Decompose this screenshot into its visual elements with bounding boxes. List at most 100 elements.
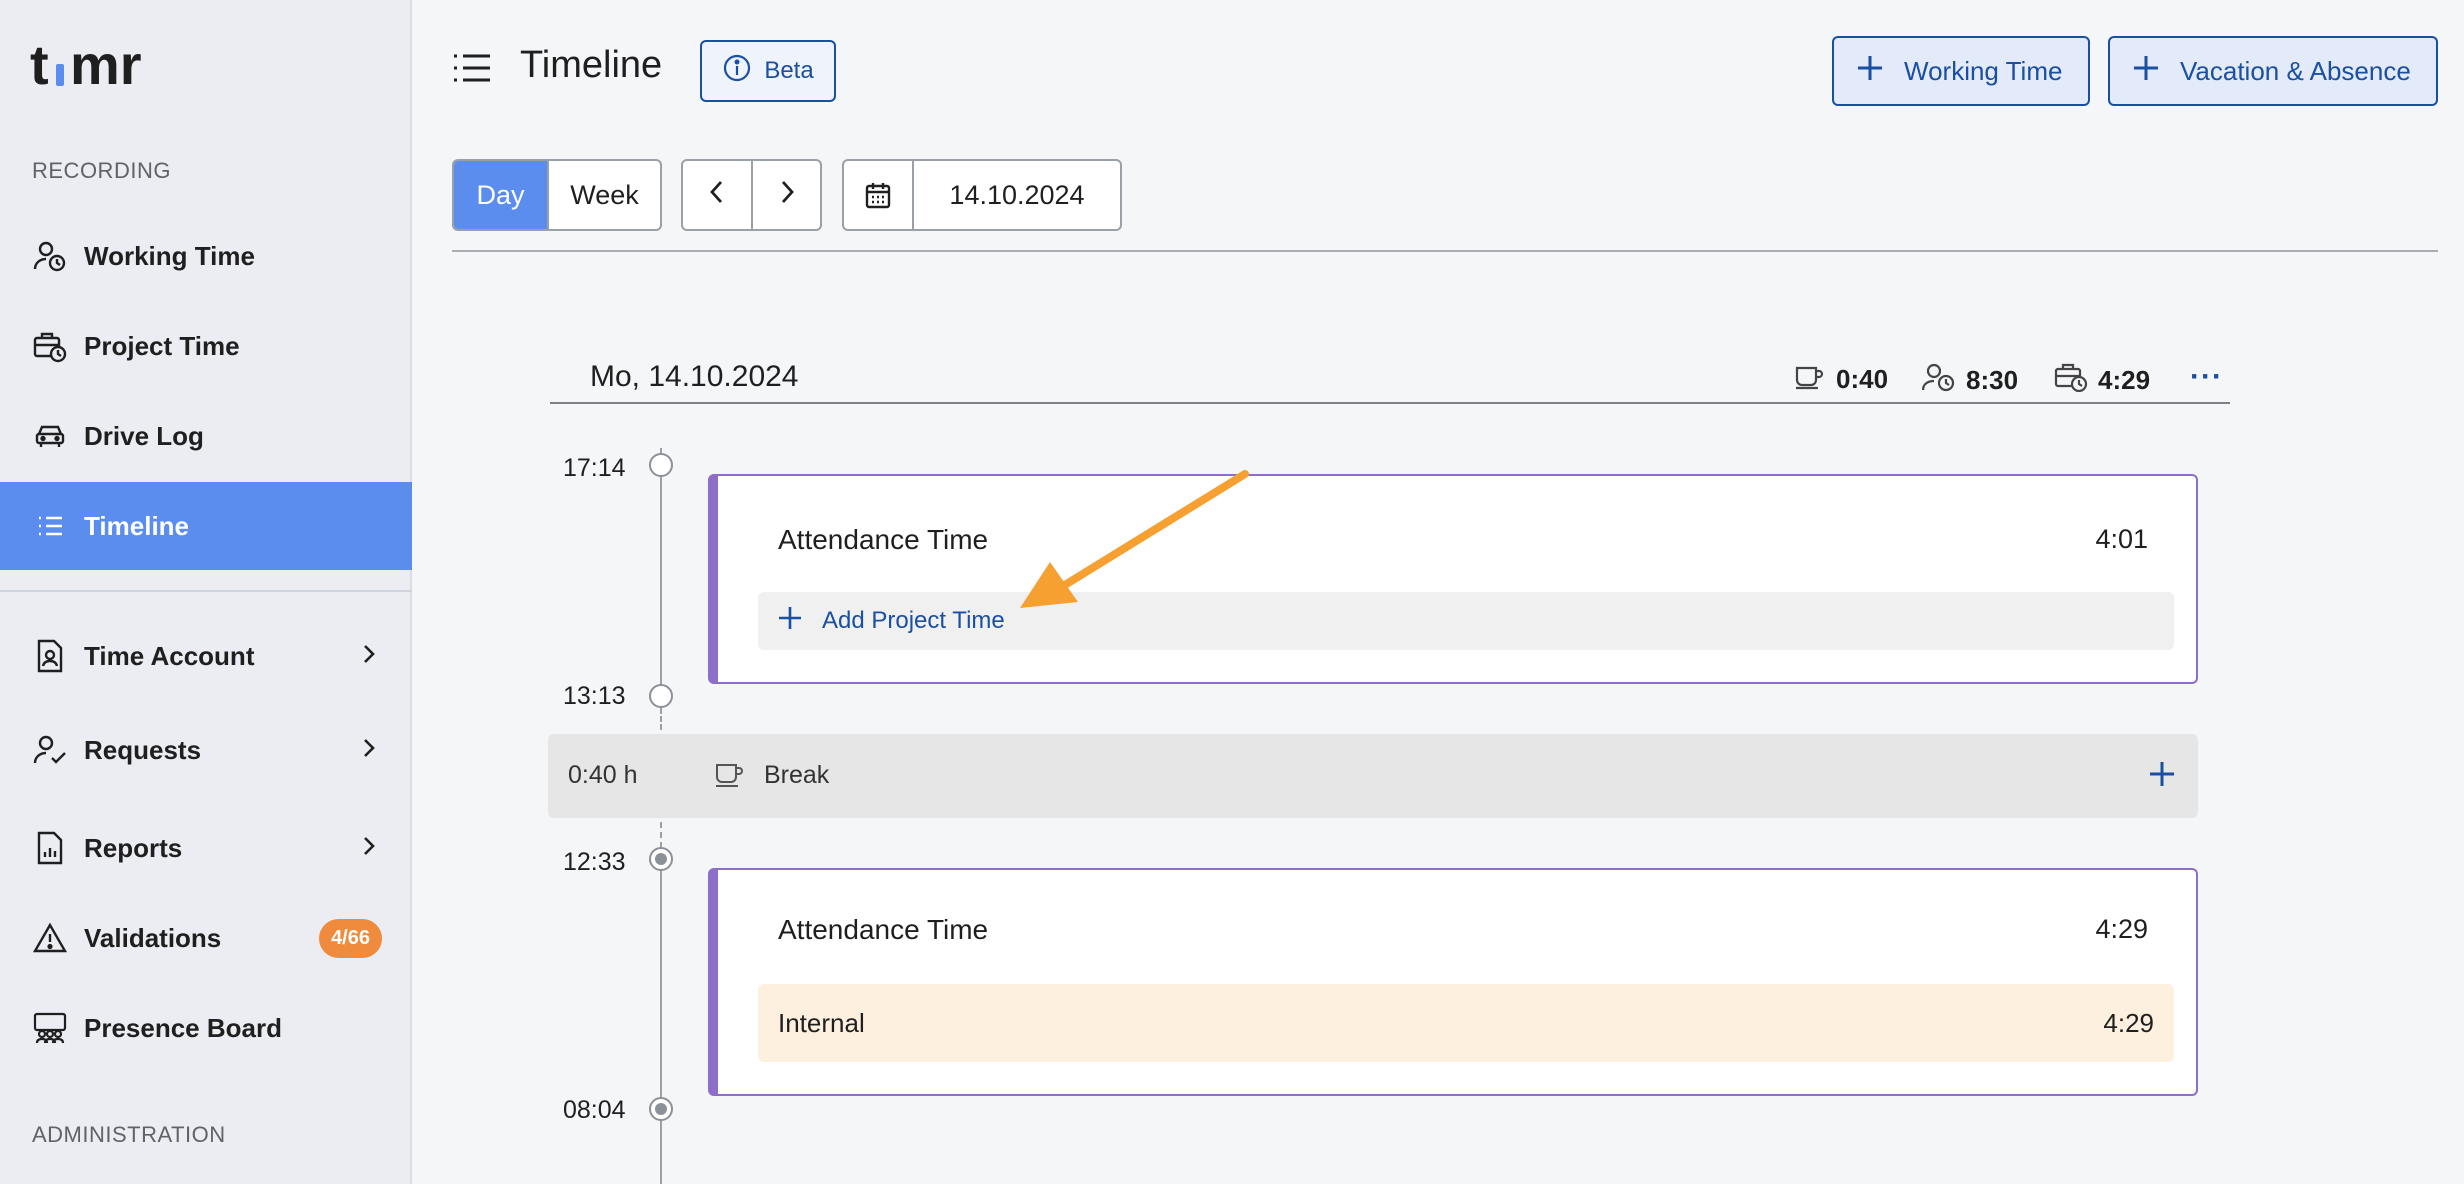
- time-label: 13:13: [563, 682, 626, 710]
- user-check-icon: [32, 732, 68, 768]
- sidebar-item-reports[interactable]: Reports: [0, 804, 412, 892]
- add-vacation-absence-label: Vacation & Absence: [2180, 55, 2411, 86]
- project-name: Internal: [778, 1008, 865, 1038]
- previous-day-button[interactable]: [683, 161, 751, 229]
- time-label: 12:33: [563, 848, 626, 876]
- attendance-card[interactable]: Attendance Time 4:29 Internal 4:29: [708, 868, 2198, 1096]
- sidebar-item-label: Timeline: [84, 510, 190, 541]
- break-row[interactable]: 0:40 h Break: [548, 734, 2198, 818]
- sidebar-divider: [0, 590, 412, 592]
- administration-section-label: ADMINISTRATION: [32, 1122, 226, 1147]
- working-total-value: 8:30: [1966, 365, 2019, 395]
- car-icon: [32, 418, 68, 454]
- date-value: 14.10.2024: [949, 179, 1085, 210]
- add-working-time-button[interactable]: Working Time: [1832, 36, 2090, 106]
- coffee-cup-icon: [1794, 362, 1826, 397]
- sidebar-item-time-account[interactable]: Time Account: [0, 612, 412, 700]
- add-break-plus-icon[interactable]: [2146, 758, 2178, 795]
- validations-badge: 4/66: [319, 919, 382, 958]
- project-total-value: 4:29: [2098, 365, 2151, 395]
- beta-button[interactable]: Beta: [700, 40, 836, 102]
- time-label: 08:04: [563, 1096, 626, 1124]
- sidebar-item-label: Project Time: [84, 330, 240, 361]
- beta-label: Beta: [764, 57, 814, 84]
- timeline-dashed-line: [660, 708, 662, 730]
- chevron-right-icon: [362, 834, 376, 863]
- sidebar-item-validations[interactable]: Validations 4/66: [0, 894, 412, 982]
- day-view-button[interactable]: Day: [454, 161, 547, 229]
- presence-board-icon: [32, 1010, 68, 1046]
- svg-text:mr: mr: [70, 40, 142, 92]
- break-total-value: 0:40: [1836, 364, 1889, 394]
- attendance-title: Attendance Time: [778, 524, 989, 555]
- sidebar-item-label: Working Time: [84, 240, 255, 271]
- sidebar-item-drive-log[interactable]: Drive Log: [0, 392, 412, 480]
- sidebar-item-label: Drive Log: [84, 420, 204, 451]
- more-options-button[interactable]: ···: [2190, 360, 2223, 394]
- timeline-line: [660, 448, 662, 688]
- timeline-line: [660, 1120, 662, 1184]
- timeline-line: [660, 870, 662, 1100]
- document-person-icon: [32, 638, 68, 674]
- sidebar-item-label: Requests: [84, 734, 202, 765]
- briefcase-clock-icon: [32, 328, 68, 364]
- sidebar-item-label: Validations: [84, 922, 222, 953]
- date-navigation: [681, 159, 822, 231]
- week-view-button[interactable]: Week: [547, 161, 660, 229]
- add-project-time-button[interactable]: Add Project Time: [758, 592, 2174, 650]
- user-clock-icon: [1921, 362, 1956, 399]
- svg-text:t: t: [30, 40, 49, 92]
- chevron-right-icon: [362, 736, 376, 765]
- add-project-time-label: Add Project Time: [822, 607, 1005, 634]
- add-working-time-label: Working Time: [1904, 55, 2063, 86]
- time-label: 17:14: [563, 454, 626, 482]
- add-vacation-absence-button[interactable]: Vacation & Absence: [2108, 36, 2438, 106]
- report-icon: [32, 830, 68, 866]
- sidebar-item-label: Presence Board: [84, 1012, 282, 1043]
- next-day-button[interactable]: [751, 161, 820, 229]
- project-entry-internal[interactable]: Internal 4:29: [758, 984, 2174, 1062]
- plus-icon: [2132, 54, 2160, 89]
- day-title: Mo, 14.10.2024: [590, 360, 799, 393]
- break-label: Break: [764, 761, 830, 789]
- timeline-node-filled: [649, 1097, 673, 1121]
- page-title: Timeline: [520, 44, 663, 86]
- view-toggle: Day Week: [452, 159, 662, 231]
- timeline-node: [649, 684, 673, 708]
- header-divider: [452, 250, 2438, 252]
- warning-icon: [32, 920, 68, 956]
- calendar-icon[interactable]: [844, 161, 914, 229]
- date-picker[interactable]: 14.10.2024: [842, 159, 1122, 231]
- annotation-arrow-icon: [1020, 470, 1249, 608]
- working-total: 8:30: [1921, 362, 2019, 399]
- user-clock-icon: [32, 238, 68, 274]
- info-icon: [722, 53, 752, 90]
- sidebar-item-project-time[interactable]: Project Time: [0, 302, 412, 390]
- recording-section-label: RECORDING: [32, 158, 171, 183]
- plus-icon: [776, 604, 804, 639]
- sidebar-item-requests[interactable]: Requests: [0, 706, 412, 794]
- timr-logo[interactable]: t mr: [30, 33, 160, 97]
- chevron-left-icon: [709, 178, 725, 213]
- attendance-duration: 4:29: [2095, 914, 2148, 944]
- chevron-right-icon: [362, 642, 376, 671]
- sidebar-item-timeline[interactable]: Timeline: [0, 482, 412, 570]
- break-duration: 0:40 h: [568, 761, 638, 789]
- briefcase-clock-icon: [2054, 362, 2088, 399]
- timeline-node: [649, 453, 673, 477]
- sidebar: t mr RECORDING Working Time Project Time…: [0, 0, 412, 1184]
- coffee-cup-icon: [714, 760, 746, 793]
- sidebar-item-label: Time Account: [84, 640, 255, 671]
- chevron-right-icon: [779, 178, 795, 213]
- day-header-divider: [550, 402, 2230, 404]
- sidebar-item-presence-board[interactable]: Presence Board: [0, 984, 412, 1072]
- break-total: 0:40: [1794, 362, 1888, 397]
- attendance-title: Attendance Time: [778, 914, 989, 945]
- project-total: 4:29: [2054, 362, 2150, 399]
- attendance-card[interactable]: Attendance Time 4:01 Add Project Time: [708, 474, 2198, 684]
- plus-icon: [1856, 54, 1884, 89]
- timeline-node-filled: [649, 847, 673, 871]
- list-icon: [32, 508, 68, 544]
- sidebar-item-working-time[interactable]: Working Time: [0, 212, 412, 300]
- menu-list-icon[interactable]: [452, 50, 492, 91]
